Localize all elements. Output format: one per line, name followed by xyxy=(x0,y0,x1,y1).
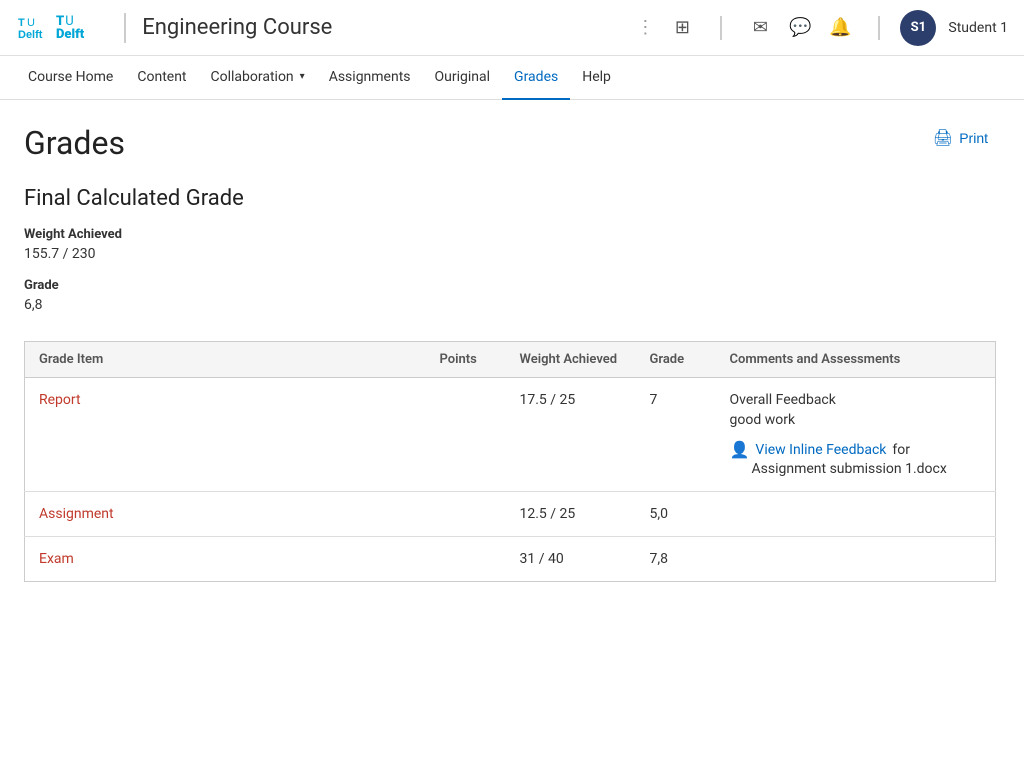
bell-icon-button[interactable]: 🔔 xyxy=(822,10,858,46)
col-header-grade: Grade xyxy=(636,342,716,378)
chat-icon-button[interactable]: 💬 xyxy=(782,10,818,46)
cell-weight: 31 / 40 xyxy=(506,537,636,582)
grades-table: Grade Item Points Weight Achieved Grade … xyxy=(24,341,996,582)
print-label: Print xyxy=(959,130,988,146)
header-icons-group: ⋮ ⊞ ✉ 💬 🔔 S1 Student 1 xyxy=(630,10,1008,46)
grade-label: Grade xyxy=(24,278,996,293)
cell-comments xyxy=(716,537,996,582)
logo[interactable]: T U Delft TU Delft xyxy=(16,10,84,46)
nav-content[interactable]: Content xyxy=(125,56,198,100)
grade-value: 6,8 xyxy=(24,297,996,313)
nav-collaboration[interactable]: Collaboration ▾ xyxy=(199,56,317,100)
collaboration-chevron-icon: ▾ xyxy=(300,71,305,82)
final-grade-title: Final Calculated Grade xyxy=(24,186,996,211)
feedback-overall-label: Overall Feedback xyxy=(730,392,982,408)
table-header: Grade Item Points Weight Achieved Grade … xyxy=(25,342,996,378)
weight-achieved-label: Weight Achieved xyxy=(24,227,996,242)
cell-grade: 7 xyxy=(636,378,716,492)
nav-help[interactable]: Help xyxy=(570,56,623,100)
grade-item-link[interactable]: Report xyxy=(39,392,81,408)
grade-item-link[interactable]: Exam xyxy=(39,551,74,567)
header-divider-2 xyxy=(720,16,722,40)
weight-achieved-value: 155.7 / 230 xyxy=(24,246,996,262)
mail-icon: ✉ xyxy=(753,17,768,38)
nav-ouriginal[interactable]: Ouriginal xyxy=(423,56,503,100)
table-row: Exam 31 / 407,8 xyxy=(25,537,996,582)
grade-item-link[interactable]: Assignment xyxy=(39,506,114,522)
nav-course-home[interactable]: Course Home xyxy=(16,56,125,100)
svg-text:Delft: Delft xyxy=(18,29,43,41)
cell-points xyxy=(426,492,506,537)
feedback-text: good work xyxy=(730,412,982,428)
app-header: T U Delft TU Delft Engineering Course ⋮ … xyxy=(0,0,1024,56)
chat-icon: 💬 xyxy=(789,17,811,38)
nav-grades[interactable]: Grades xyxy=(502,56,570,100)
svg-text:U: U xyxy=(27,17,35,29)
print-icon: 🖨 xyxy=(933,128,953,148)
table-row: Report 17.5 / 257 Overall Feedback good wor… xyxy=(25,378,996,492)
col-header-item: Grade Item xyxy=(25,342,426,378)
inline-feedback-filename: Assignment submission 1.docx xyxy=(752,461,982,477)
col-header-weight: Weight Achieved xyxy=(506,342,636,378)
course-title: Engineering Course xyxy=(142,15,630,40)
cell-grade-item: Exam xyxy=(25,537,426,582)
nav-assignments[interactable]: Assignments xyxy=(317,56,423,100)
cell-weight: 12.5 / 25 xyxy=(506,492,636,537)
user-avatar[interactable]: S1 xyxy=(900,10,936,46)
logo-tu: TU xyxy=(56,15,84,28)
page-title: Grades xyxy=(24,124,125,162)
cell-grade: 7,8 xyxy=(636,537,716,582)
grid-icon: ⊞ xyxy=(675,17,690,38)
table-header-row: Grade Item Points Weight Achieved Grade … xyxy=(25,342,996,378)
cell-grade-item: Assignment xyxy=(25,492,426,537)
inline-feedback-suffix: for xyxy=(892,442,910,458)
cell-comments xyxy=(716,492,996,537)
cell-comments: Overall Feedback good work 👤 View Inline Fe… xyxy=(716,378,996,492)
inline-feedback-section: 👤 View Inline Feedback for Assignment subm… xyxy=(730,440,982,477)
final-grade-section: Final Calculated Grade Weight Achieved 1… xyxy=(24,186,996,313)
cell-grade-item: Report xyxy=(25,378,426,492)
main-content: Grades 🖨 Print Final Calculated Grade We… xyxy=(0,100,1020,606)
col-header-points: Points xyxy=(426,342,506,378)
tudelft-logo-icon: T U Delft xyxy=(16,10,52,46)
col-header-comments: Comments and Assessments xyxy=(716,342,996,378)
header-divider-3 xyxy=(878,16,880,40)
mail-icon-button[interactable]: ✉ xyxy=(742,10,778,46)
cell-grade: 5,0 xyxy=(636,492,716,537)
bell-icon: 🔔 xyxy=(829,17,851,38)
inline-feedback-link[interactable]: 👤 View Inline Feedback for xyxy=(730,440,982,459)
print-button[interactable]: 🖨 Print xyxy=(925,124,996,152)
svg-text:T: T xyxy=(18,17,25,29)
cell-weight: 17.5 / 25 xyxy=(506,378,636,492)
header-divider-1 xyxy=(124,13,126,43)
main-nav: Course Home Content Collaboration ▾ Assi… xyxy=(0,56,1024,100)
table-row: Assignment 12.5 / 255,0 xyxy=(25,492,996,537)
grid-icon-button[interactable]: ⊞ xyxy=(664,10,700,46)
cell-points xyxy=(426,537,506,582)
table-body: Report 17.5 / 257 Overall Feedback good wor… xyxy=(25,378,996,582)
inline-feedback-link-text: View Inline Feedback xyxy=(755,442,886,458)
page-header: Grades 🖨 Print xyxy=(24,124,996,162)
cell-points xyxy=(426,378,506,492)
header-dots-1[interactable]: ⋮ xyxy=(630,17,660,38)
logo-delft: Delft xyxy=(56,28,84,41)
inline-feedback-icon: 👤 xyxy=(730,440,750,459)
user-name-label[interactable]: Student 1 xyxy=(948,20,1008,36)
